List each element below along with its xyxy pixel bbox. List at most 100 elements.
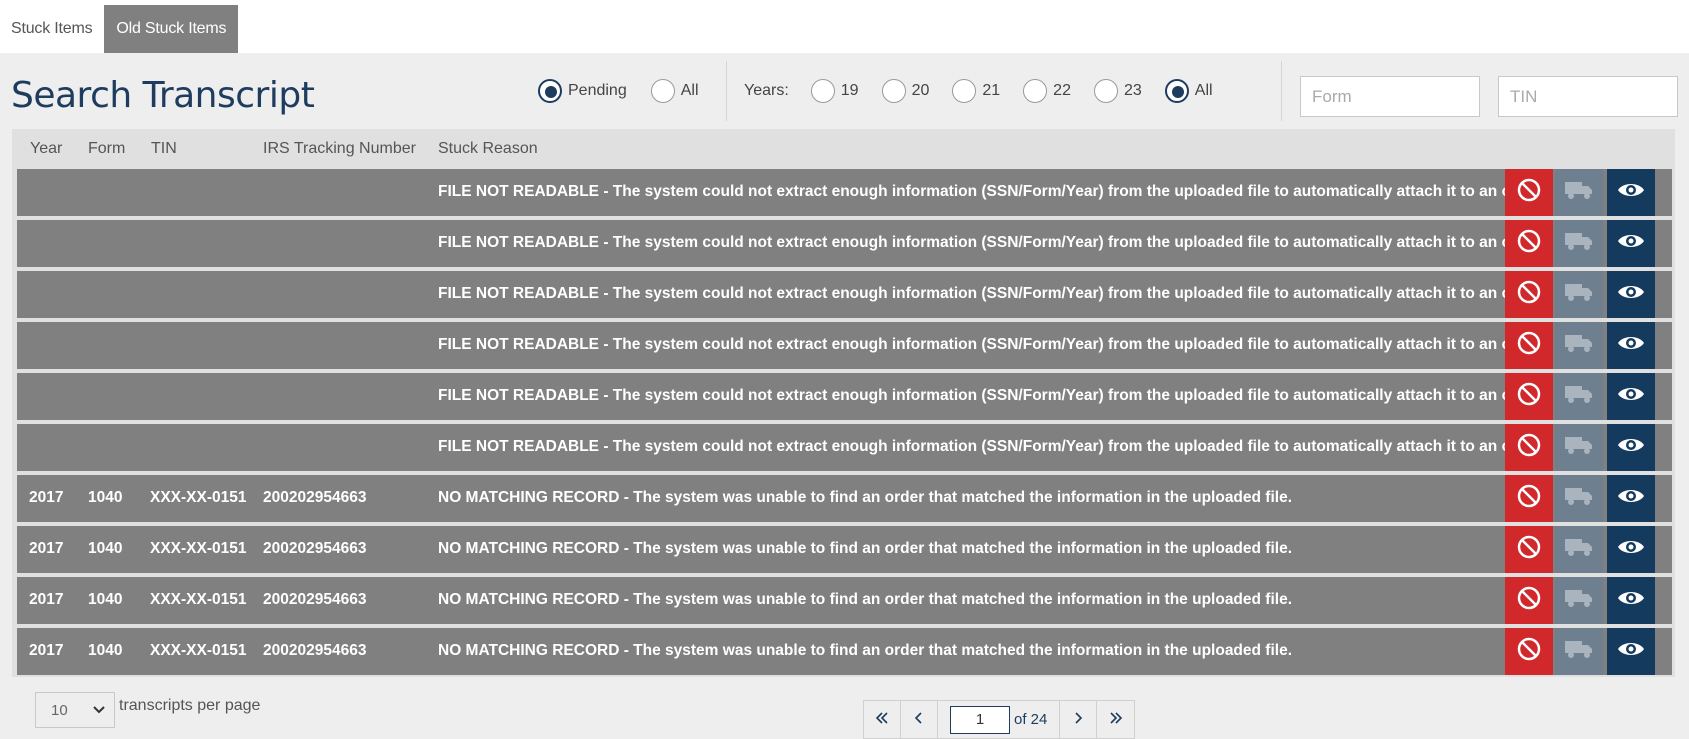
filter-divider: [726, 61, 727, 121]
view-button[interactable]: [1607, 271, 1655, 318]
reject-button[interactable]: [1505, 169, 1553, 216]
table-row[interactable]: FILE NOT READABLE - The system could not…: [17, 322, 1672, 369]
reject-button[interactable]: [1505, 424, 1553, 471]
radio-year-21-label: 21: [982, 82, 1001, 99]
reject-button[interactable]: [1505, 271, 1553, 318]
header-year[interactable]: Year: [30, 140, 62, 158]
table-row[interactable]: FILE NOT READABLE - The system could not…: [17, 220, 1672, 267]
chevron-left-icon: [913, 709, 925, 730]
table-row[interactable]: FILE NOT READABLE - The system could not…: [17, 424, 1672, 471]
eye-icon: [1617, 180, 1645, 205]
header-form[interactable]: Form: [88, 140, 125, 158]
table-row[interactable]: 2017 1040 XXX-XX-0151 200202954663 NO MATCHI…: [17, 577, 1672, 624]
prev-page-button[interactable]: [901, 701, 938, 738]
ship-button[interactable]: [1555, 475, 1603, 522]
table-row[interactable]: FILE NOT READABLE - The system could not…: [17, 271, 1672, 318]
tab-stuck-items[interactable]: Stuck Items: [0, 5, 104, 53]
radio-year-all[interactable]: All: [1164, 79, 1213, 103]
ship-button[interactable]: [1555, 220, 1603, 267]
truck-icon: [1564, 179, 1594, 206]
cell-tracking: 200202954663: [263, 540, 367, 557]
next-page-button[interactable]: [1060, 701, 1098, 738]
ship-button[interactable]: [1555, 577, 1603, 624]
ship-button[interactable]: [1555, 424, 1603, 471]
ship-button[interactable]: [1555, 526, 1603, 573]
table-row[interactable]: 2017 1040 XXX-XX-0151 200202954663 NO MATCHI…: [17, 628, 1672, 675]
reject-button[interactable]: [1505, 373, 1553, 420]
header-reason[interactable]: Stuck Reason: [438, 140, 538, 158]
ship-button[interactable]: [1555, 271, 1603, 318]
table-row[interactable]: FILE NOT READABLE - The system could not…: [17, 169, 1672, 216]
header-tracking[interactable]: IRS Tracking Number: [263, 140, 416, 158]
radio-pending[interactable]: Pending: [538, 79, 627, 103]
radio-year-all-circle[interactable]: [1164, 79, 1189, 103]
cell-form: 1040: [88, 540, 123, 557]
radio-year-20-circle[interactable]: [881, 79, 906, 103]
table-row[interactable]: 2017 1040 XXX-XX-0151 200202954663 NO MATCHI…: [17, 526, 1672, 573]
view-button[interactable]: [1607, 628, 1655, 675]
radio-year-23-circle[interactable]: [1093, 79, 1118, 103]
page-number-input[interactable]: [950, 705, 1010, 734]
filter-divider-2: [1281, 61, 1282, 121]
ship-button[interactable]: [1555, 322, 1603, 369]
radio-year-23[interactable]: 23: [1093, 79, 1142, 103]
reject-button[interactable]: [1505, 475, 1553, 522]
eye-icon: [1617, 333, 1645, 358]
cell-reason: FILE NOT READABLE - The system could not…: [438, 438, 1545, 455]
radio-year-20[interactable]: 20: [881, 79, 929, 103]
radio-pending-circle[interactable]: [538, 79, 562, 103]
view-button[interactable]: [1607, 475, 1655, 522]
cell-reason: NO MATCHING RECORD - The system was unab…: [438, 489, 1292, 506]
header-tin[interactable]: TIN: [151, 140, 177, 158]
radio-year-all-label: All: [1194, 82, 1213, 99]
view-button[interactable]: [1607, 424, 1655, 471]
reject-button[interactable]: [1505, 628, 1553, 675]
view-button[interactable]: [1607, 220, 1655, 267]
radio-status-all-circle[interactable]: [650, 79, 675, 103]
view-button[interactable]: [1607, 577, 1655, 624]
first-page-button[interactable]: [864, 701, 901, 738]
cell-year: 2017: [29, 591, 64, 608]
cell-form: 1040: [88, 489, 123, 506]
view-button[interactable]: [1607, 373, 1655, 420]
radio-status-all[interactable]: All: [650, 79, 699, 103]
radio-pending-label: Pending: [568, 82, 627, 99]
view-button[interactable]: [1607, 322, 1655, 369]
chevron-right-icon: [1072, 709, 1084, 730]
truck-icon: [1564, 485, 1594, 512]
form-input[interactable]: [1300, 76, 1480, 117]
eye-icon: [1617, 639, 1645, 664]
ship-button[interactable]: [1555, 169, 1603, 216]
truck-icon: [1564, 383, 1594, 410]
radio-status-all-label: All: [680, 82, 699, 99]
block-icon: [1516, 585, 1542, 616]
table-row[interactable]: FILE NOT READABLE - The system could not…: [17, 373, 1672, 420]
radio-year-19-circle[interactable]: [810, 79, 835, 103]
per-page-select[interactable]: 10: [35, 692, 115, 728]
search-header: Search Transcript Pending All Years: 19 …: [0, 53, 1689, 129]
tin-input[interactable]: [1498, 76, 1678, 117]
last-page-button[interactable]: [1097, 701, 1134, 738]
reject-button[interactable]: [1505, 322, 1553, 369]
double-chevron-right-icon: [1109, 709, 1123, 730]
block-icon: [1516, 534, 1542, 565]
radio-year-22-circle[interactable]: [1023, 79, 1048, 103]
radio-year-21[interactable]: 21: [952, 79, 1000, 103]
table-row[interactable]: 2017 1040 XXX-XX-0151 200202954663 NO MATCHI…: [17, 475, 1672, 522]
main-panel: Search Transcript Pending All Years: 19 …: [0, 53, 1689, 739]
reject-button[interactable]: [1505, 220, 1553, 267]
reject-button[interactable]: [1505, 526, 1553, 573]
cell-reason: NO MATCHING RECORD - The system was unab…: [438, 591, 1292, 608]
radio-year-21-circle[interactable]: [952, 79, 977, 103]
radio-year-19[interactable]: 19: [810, 79, 859, 103]
radio-year-22[interactable]: 22: [1023, 79, 1071, 103]
ship-button[interactable]: [1555, 373, 1603, 420]
reject-button[interactable]: [1505, 577, 1553, 624]
ship-button[interactable]: [1555, 628, 1603, 675]
tab-old-stuck-items[interactable]: Old Stuck Items: [104, 5, 239, 53]
cell-reason: NO MATCHING RECORD - The system was unab…: [438, 540, 1292, 557]
view-button[interactable]: [1607, 169, 1655, 216]
view-button[interactable]: [1607, 526, 1655, 573]
eye-icon: [1617, 486, 1645, 511]
cell-tin: XXX-XX-0151: [150, 489, 247, 506]
